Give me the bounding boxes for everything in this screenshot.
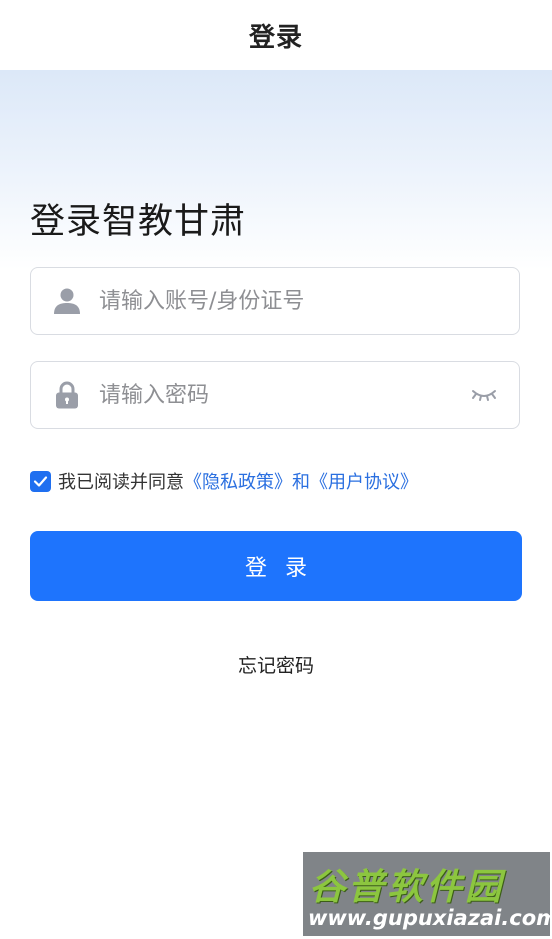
page-title: 登录 — [248, 22, 303, 53]
account-field[interactable] — [30, 267, 520, 335]
account-input[interactable] — [97, 280, 519, 322]
and-text: 和 — [292, 472, 310, 493]
navbar: 登录 — [0, 0, 552, 70]
watermark: 谷普软件园 www.gupuxiazai.com — [303, 852, 552, 936]
check-icon — [33, 475, 48, 487]
watermark-title: 谷普软件园 — [309, 867, 505, 908]
password-field[interactable] — [30, 361, 520, 429]
user-agreement-link[interactable]: 《用户协议》 — [310, 468, 418, 494]
eye-closed-icon[interactable] — [469, 380, 499, 410]
agreement-row: 我已阅读并同意 《隐私政策》 和 《用户协议》 — [30, 469, 418, 493]
watermark-url: www.gupuxiazai.com — [308, 906, 552, 930]
password-input[interactable] — [97, 374, 469, 416]
privacy-policy-link[interactable]: 《隐私政策》 — [184, 468, 292, 494]
agreement-text: 我已阅读并同意 — [58, 472, 184, 493]
lock-icon — [52, 380, 82, 410]
forgot-password-link[interactable]: 忘记密码 — [0, 651, 552, 678]
agree-checkbox[interactable] — [30, 470, 51, 492]
login-heading: 登录智教甘肃 — [30, 202, 247, 242]
user-icon — [52, 286, 82, 316]
login-button[interactable]: 登录 — [30, 531, 522, 601]
